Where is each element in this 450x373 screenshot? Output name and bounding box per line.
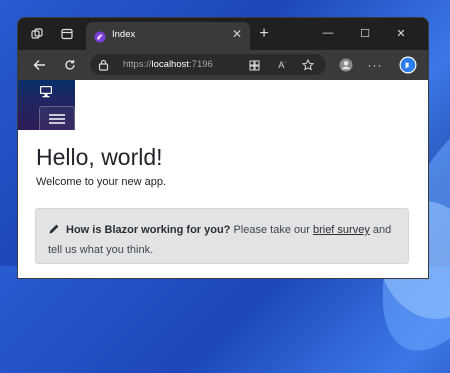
profile-avatar-icon[interactable] <box>336 55 356 75</box>
url-host: localhost <box>151 59 190 70</box>
browser-window: Index ✕ + — ☐ ✕ https://localhost:7196 A… <box>18 18 428 278</box>
blazor-favicon-icon <box>94 30 106 48</box>
hamburger-line <box>49 118 65 120</box>
address-bar[interactable]: https://localhost:7196 Aʼ <box>90 54 326 75</box>
sidebar-header <box>18 80 75 132</box>
survey-link[interactable]: brief survey <box>313 224 370 236</box>
refresh-button[interactable] <box>59 55 81 75</box>
title-bar: Index ✕ + — ☐ ✕ <box>18 18 428 50</box>
survey-question: How is Blazor working for you? <box>66 224 231 236</box>
minimize-button[interactable]: — <box>315 23 341 43</box>
navbar-toggler-button[interactable] <box>39 106 75 132</box>
welcome-text: Welcome to your new app. <box>36 176 167 188</box>
bing-chat-icon[interactable] <box>398 55 418 75</box>
tab-close-icon[interactable]: ✕ <box>232 27 242 41</box>
survey-text: How is Blazor working for you? Please ta… <box>48 221 400 259</box>
hamburger-line <box>49 122 65 124</box>
lock-icon[interactable] <box>98 58 109 76</box>
maximize-button[interactable]: ☐ <box>352 23 378 43</box>
close-window-button[interactable]: ✕ <box>388 23 414 43</box>
workspaces-icon[interactable] <box>26 24 48 44</box>
url-text: https://localhost:7196 <box>123 59 213 70</box>
favorite-star-icon[interactable] <box>300 57 316 73</box>
tab-actions-icon[interactable] <box>56 24 78 44</box>
tab-index[interactable]: Index ✕ <box>86 22 250 50</box>
browser-toolbar: https://localhost:7196 Aʼ ··· <box>18 50 428 80</box>
more-options-icon[interactable]: ··· <box>365 55 385 75</box>
url-protocol: https:// <box>123 59 152 70</box>
hamburger-line <box>49 114 65 116</box>
survey-prefix: Please take our <box>230 224 313 236</box>
new-tab-button[interactable]: + <box>252 22 276 46</box>
pencil-icon <box>48 223 60 241</box>
survey-alert: How is Blazor working for you? Please ta… <box>35 208 409 264</box>
read-aloud-icon[interactable]: Aʼ <box>274 57 290 73</box>
app-available-icon[interactable] <box>246 57 262 73</box>
url-port: :7196 <box>189 59 213 70</box>
back-button[interactable] <box>28 55 50 75</box>
page-title: Hello, world! <box>36 144 163 170</box>
page-viewport: Hello, world! Welcome to your new app. H… <box>18 80 428 278</box>
monitor-icon[interactable] <box>39 85 53 103</box>
tab-title: Index <box>112 29 136 40</box>
